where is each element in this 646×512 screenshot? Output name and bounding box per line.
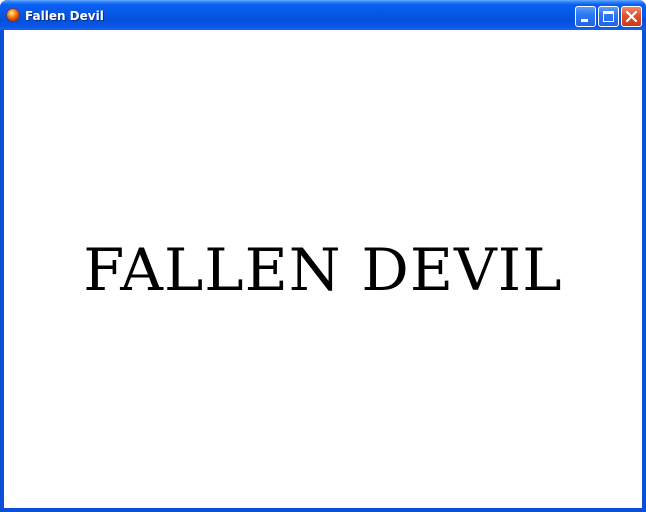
title-bar[interactable]: Fallen Devil <box>0 0 646 30</box>
close-button[interactable] <box>621 6 642 27</box>
minimize-icon <box>581 19 588 22</box>
window-client-area[interactable]: FALLEN DEVIL <box>4 30 642 508</box>
window-title: Fallen Devil <box>25 9 104 23</box>
minimize-button[interactable] <box>575 6 596 27</box>
banner-title: FALLEN DEVIL <box>83 236 563 304</box>
maximize-button[interactable] <box>598 6 619 27</box>
banner: FALLEN DEVIL <box>4 30 642 508</box>
close-icon <box>625 10 638 23</box>
app-window: Fallen Devil FALLEN DEVIL <box>0 0 646 512</box>
maximize-icon <box>603 11 614 22</box>
orange-ball-icon <box>6 8 20 22</box>
